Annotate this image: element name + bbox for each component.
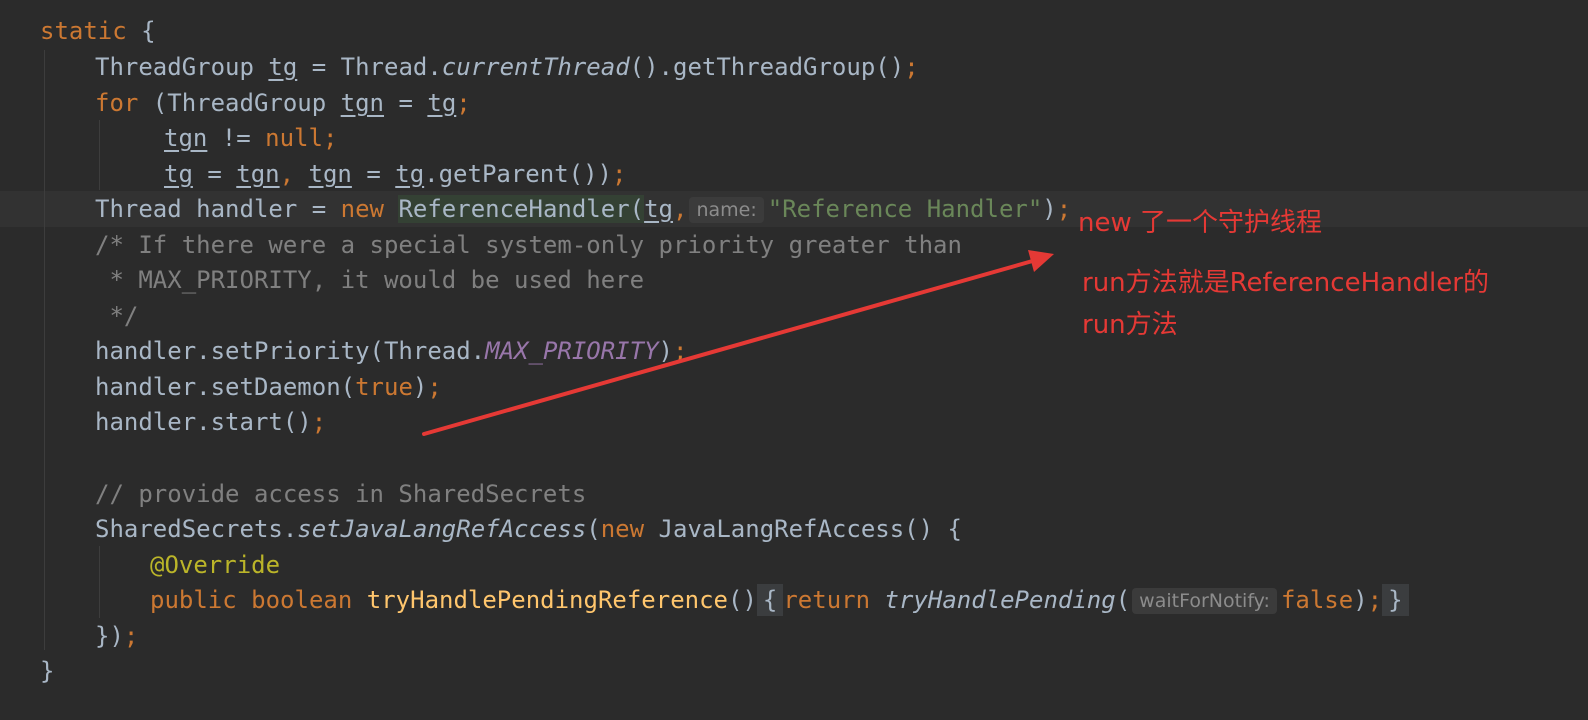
annotation-note: run方法就是ReferenceHandler的 (1082, 268, 1489, 298)
code-editor[interactable]: static { ThreadGroup tg = Thread.current… (0, 0, 1588, 720)
arrow-shaft (422, 258, 1038, 436)
annotation-note: run方法 (1082, 310, 1178, 340)
annotation-note: new 了一个守护线程 (1078, 208, 1323, 238)
arrow-head (1028, 250, 1054, 272)
annotation-arrow (422, 250, 1054, 436)
